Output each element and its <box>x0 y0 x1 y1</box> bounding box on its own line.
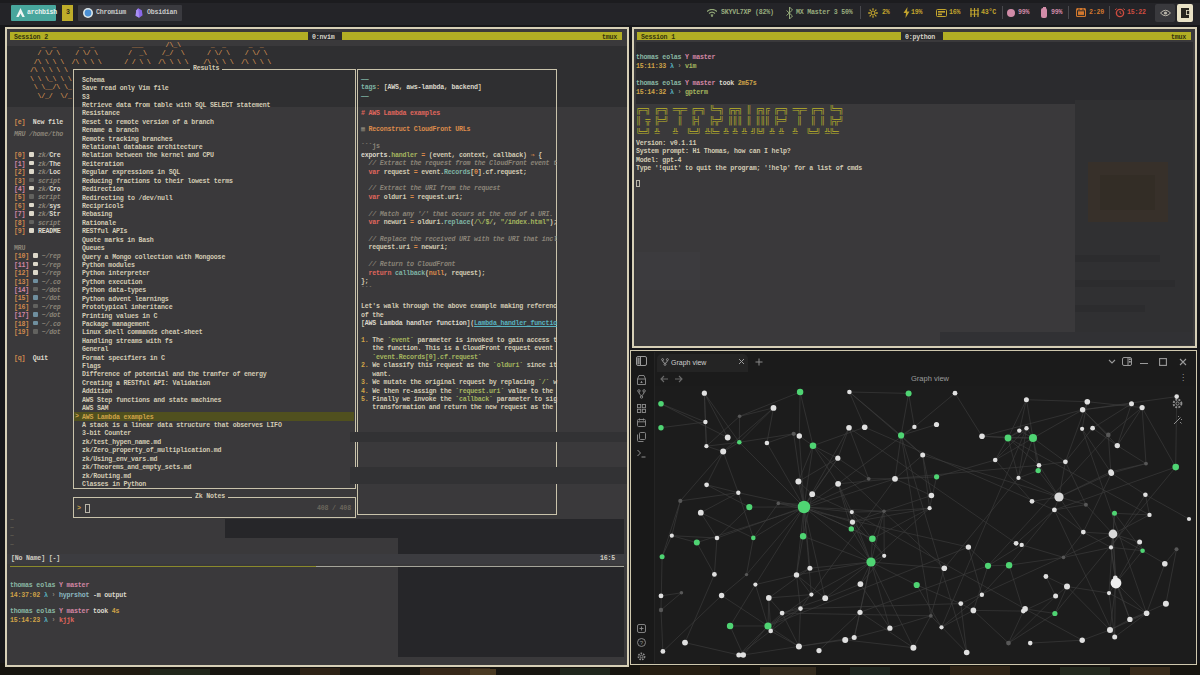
svg-text:?: ? <box>640 640 644 646</box>
